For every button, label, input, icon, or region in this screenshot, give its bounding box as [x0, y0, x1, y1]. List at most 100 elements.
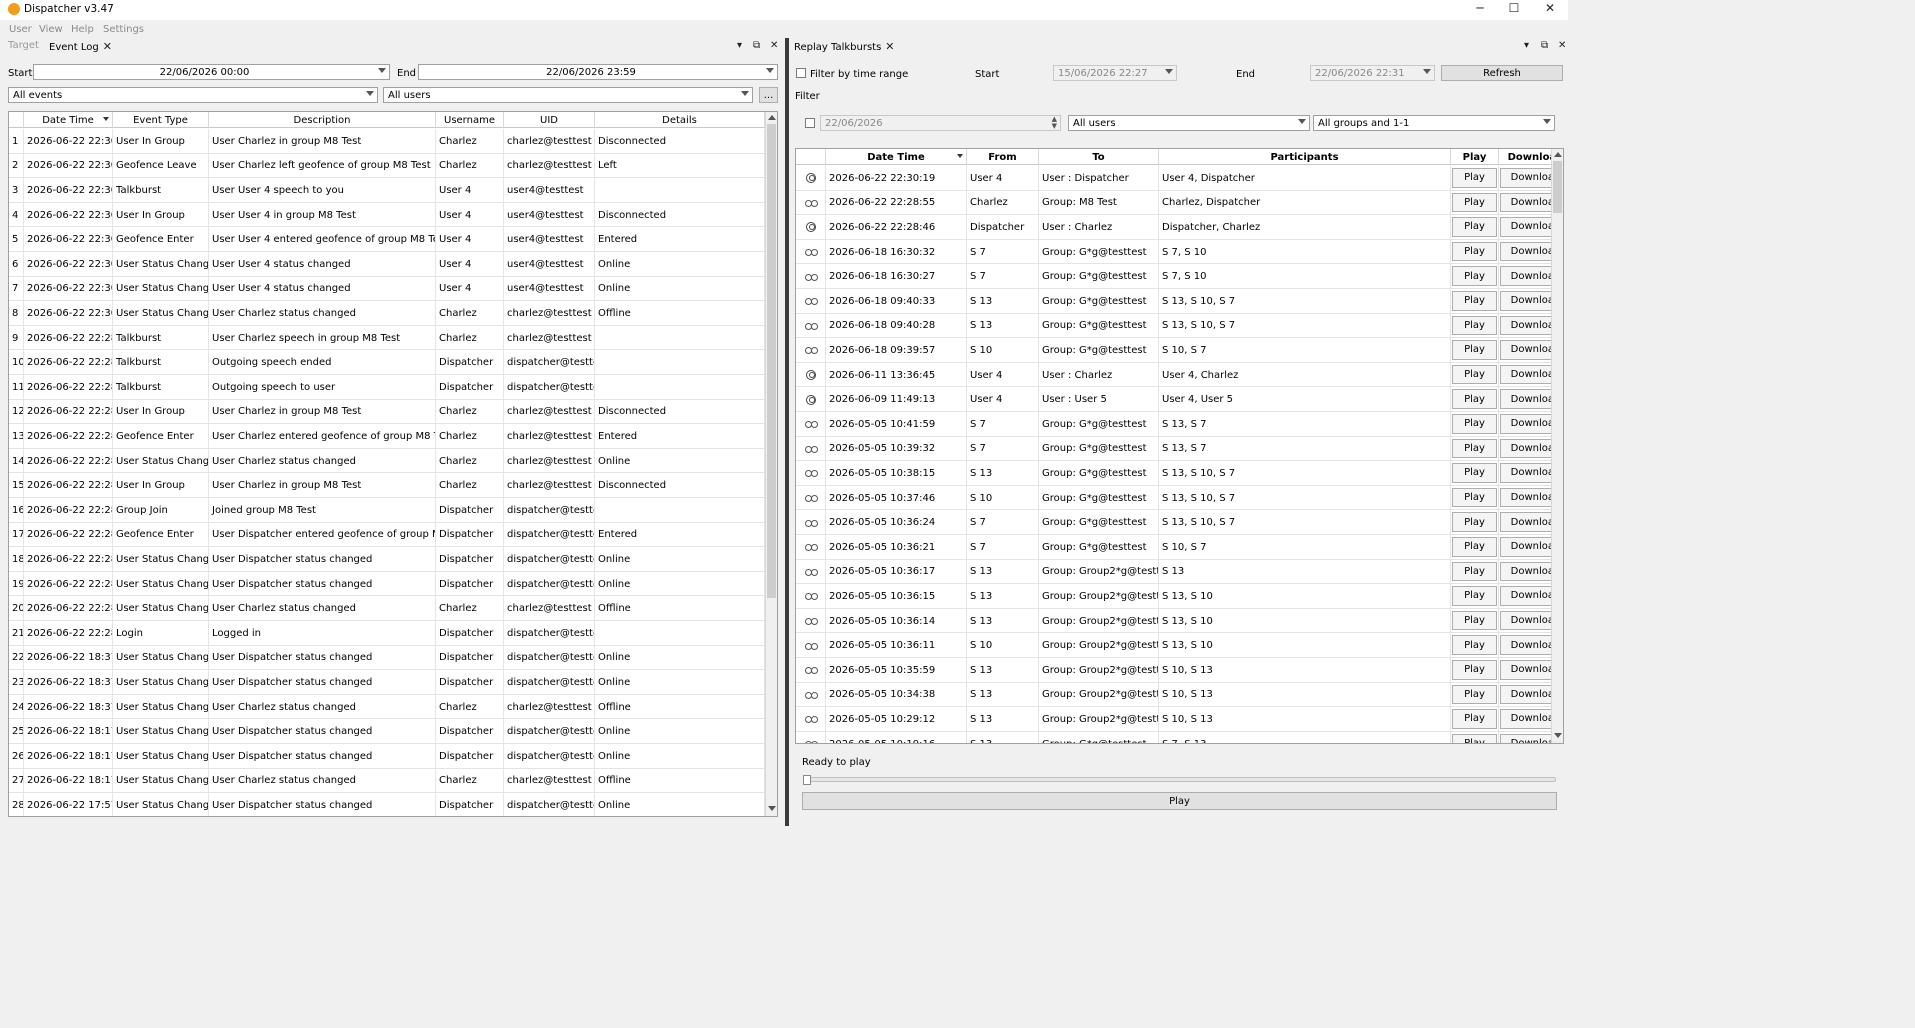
play-button[interactable]: Play [1452, 291, 1497, 311]
tab-target[interactable]: Target [8, 40, 39, 51]
start-datetime-combo[interactable]: 22/06/2026 00:00 [33, 64, 390, 80]
column-header-from[interactable]: From [967, 149, 1039, 165]
table-row[interactable]: 62026-06-22 22:30:13User Status ChangedU… [9, 252, 765, 277]
table-row[interactable]: 172026-06-22 22:28:09Geofence EnterUser … [9, 522, 765, 548]
user-filter[interactable]: All users [383, 87, 753, 103]
talkburst-row[interactable]: 2026-05-05 10:36:11 S 10 Group: Group2*g@t… [796, 633, 1563, 658]
table-row[interactable]: 122026-06-22 22:28:33User In GroupUser C… [9, 399, 765, 425]
talkburst-row[interactable]: 2026-06-22 22:28:46 Dispatcher User : Char… [796, 215, 1563, 240]
talkburst-row[interactable]: 2026-05-05 10:34:38 S 13 Group: Group2*g@t… [796, 682, 1563, 708]
table-row[interactable]: 182026-06-22 22:28:09User Status Changed… [9, 547, 765, 572]
close-pane-icon[interactable]: ✕ [770, 40, 778, 51]
table-row[interactable]: 232026-06-22 18:37:50User Status Changed… [9, 670, 765, 695]
talkburst-row[interactable]: 2026-06-18 16:30:27 S 7 Group: G*g@testtes… [796, 264, 1563, 289]
date-filter-checkbox[interactable] [805, 118, 815, 128]
talkburst-row[interactable]: 2026-06-18 09:40:28 S 13 Group: G*g@testte… [796, 313, 1563, 339]
play-button[interactable]: Play [1452, 168, 1497, 188]
menu-help[interactable]: Help [71, 24, 94, 35]
users-filter[interactable]: All users [1068, 115, 1310, 131]
playback-progress-track[interactable] [804, 777, 1556, 782]
column-header-to[interactable]: To [1039, 149, 1159, 165]
refresh-button[interactable]: Refresh [1441, 65, 1563, 81]
play-button[interactable]: Play [1452, 586, 1497, 606]
table-row[interactable]: 42026-06-22 22:30:13User In GroupUser Us… [9, 202, 765, 228]
table-row[interactable]: 262026-06-22 18:17:49User Status Changed… [9, 744, 765, 769]
spin-arrows-icon[interactable]: ▲ ▼ [1052, 116, 1057, 130]
play-button[interactable]: Play [1452, 512, 1497, 532]
tab-replay-talkbursts[interactable]: Replay Talkbursts ✕ [794, 40, 895, 53]
scroll-thumb[interactable] [767, 124, 776, 598]
play-button[interactable]: Play [1452, 733, 1497, 743]
tab-event-log[interactable]: Event Log ✕ [49, 40, 112, 53]
play-button[interactable]: Play [1452, 537, 1497, 557]
talkburst-row[interactable]: 2026-05-05 10:36:17 S 13 Group: Group2*g@t… [796, 559, 1563, 585]
table-row[interactable]: 52026-06-22 22:30:13Geofence EnterUser U… [9, 227, 765, 252]
close-window-button[interactable]: ✕ [1532, 0, 1568, 16]
play-button[interactable]: Play [1452, 414, 1497, 434]
table-row[interactable]: 222026-06-22 18:37:50User Status Changed… [9, 645, 765, 671]
column-header-participants[interactable]: Participants [1159, 149, 1451, 165]
table-row[interactable]: 82026-06-22 22:30:08User Status ChangedU… [9, 301, 765, 326]
play-button[interactable]: Play [1452, 438, 1497, 459]
maximize-button[interactable]: ☐ [1496, 0, 1532, 16]
table-row[interactable]: 22026-06-22 22:30:25Geofence LeaveUser C… [9, 153, 765, 179]
table-row[interactable]: 132026-06-22 22:28:33Geofence EnterUser … [9, 424, 765, 449]
event-log-scrollbar[interactable] [765, 112, 777, 816]
talkburst-row[interactable]: 2026-05-05 10:36:14 S 13 Group: Group2*g@t… [796, 608, 1563, 634]
table-row[interactable]: 282026-06-22 17:57:48User Status Changed… [9, 793, 765, 816]
close-pane-icon[interactable]: ✕ [1558, 40, 1566, 51]
talkbursts-scrollbar[interactable] [1551, 149, 1563, 743]
talkburst-row[interactable]: 2026-06-22 22:28:55 Charlez Group: M8 Test… [796, 190, 1563, 216]
filter-time-checkbox[interactable] [796, 68, 806, 78]
play-button[interactable]: Play [1452, 660, 1497, 680]
talkburst-row[interactable]: 2026-06-18 09:39:57 S 10 Group: G*g@testte… [796, 338, 1563, 363]
scroll-up-icon[interactable] [1554, 152, 1562, 157]
float-pane-icon[interactable]: ⧉ [1541, 40, 1548, 51]
play-button[interactable]: Play [1452, 340, 1497, 360]
menu-settings[interactable]: Settings [103, 24, 144, 35]
talkburst-row[interactable]: 2026-05-05 10:29:12 S 13 Group: Group2*g@t… [796, 707, 1563, 732]
close-tab-icon[interactable]: ✕ [885, 40, 894, 53]
column-header-row-number[interactable] [9, 112, 24, 128]
table-row[interactable]: 242026-06-22 18:37:50User Status Changed… [9, 694, 765, 720]
table-row[interactable]: 152026-06-22 22:28:29User In GroupUser C… [9, 473, 765, 498]
start-datetime-combo[interactable]: 15/06/2026 22:27 [1053, 65, 1177, 81]
close-tab-icon[interactable]: ✕ [103, 40, 112, 53]
talkburst-row[interactable]: 2026-05-05 10:36:21 S 7 Group: G*g@testtes… [796, 535, 1563, 560]
date-filter-spin[interactable]: 22/06/2026 ▲ ▼ [820, 115, 1061, 131]
play-button[interactable]: Play [1452, 192, 1497, 213]
talkburst-row[interactable]: 2026-05-05 10:36:15 S 13 Group: Group2*g@t… [796, 584, 1563, 609]
table-row[interactable]: 252026-06-22 18:17:49User Status Changed… [9, 719, 765, 744]
talkburst-row[interactable]: 2026-05-05 10:38:15 S 13 Group: G*g@testte… [796, 461, 1563, 486]
scroll-down-icon[interactable] [1554, 733, 1562, 738]
column-header-event-type[interactable]: Event Type [113, 112, 209, 128]
event-type-filter[interactable]: All events [8, 87, 378, 103]
play-button[interactable]: Play [1452, 709, 1497, 729]
table-row[interactable]: 212026-06-22 22:28:08LoginLogged inDispa… [9, 621, 765, 646]
talkburst-row[interactable]: 2026-05-05 10:36:24 S 7 Group: G*g@testtes… [796, 510, 1563, 535]
minimize-button[interactable]: ─ [1462, 0, 1498, 16]
table-row[interactable]: 32026-06-22 22:30:19TalkburstUser User 4… [9, 178, 765, 203]
play-button[interactable]: Play [1452, 389, 1497, 409]
play-all-button[interactable]: Play [802, 792, 1557, 810]
menu-view[interactable]: View [39, 24, 63, 35]
scroll-down-icon[interactable] [768, 806, 776, 811]
talkburst-row[interactable]: 2026-06-18 16:30:32 S 7 Group: G*g@testtes… [796, 239, 1563, 265]
more-options-button[interactable]: ... [759, 87, 778, 103]
table-row[interactable]: 272026-06-22 18:17:49User Status Changed… [9, 768, 765, 794]
table-row[interactable]: 162026-06-22 22:28:12Group JoinJoined gr… [9, 498, 765, 523]
talkburst-row[interactable]: 2026-06-22 22:30:19 User 4 User : Dispatch… [796, 166, 1563, 191]
table-row[interactable]: 112026-06-22 22:28:44TalkburstOutgoing s… [9, 375, 765, 400]
play-button[interactable]: Play [1452, 315, 1497, 336]
table-row[interactable]: 12026-06-22 22:30:25User In GroupUser Ch… [9, 129, 765, 154]
play-button[interactable]: Play [1452, 635, 1497, 655]
talkburst-row[interactable]: 2026-05-05 10:39:32 S 7 Group: G*g@testtes… [796, 436, 1563, 462]
column-header-uid[interactable]: UID [504, 112, 595, 128]
play-button[interactable]: Play [1452, 266, 1497, 286]
groups-filter[interactable]: All groups and 1-1 [1313, 115, 1555, 131]
scroll-thumb[interactable] [1553, 161, 1562, 213]
end-datetime-combo[interactable]: 22/06/2026 23:59 [418, 64, 778, 80]
playback-slider-handle[interactable] [803, 775, 811, 785]
column-header-details[interactable]: Details [595, 112, 765, 128]
play-button[interactable]: Play [1452, 487, 1497, 508]
